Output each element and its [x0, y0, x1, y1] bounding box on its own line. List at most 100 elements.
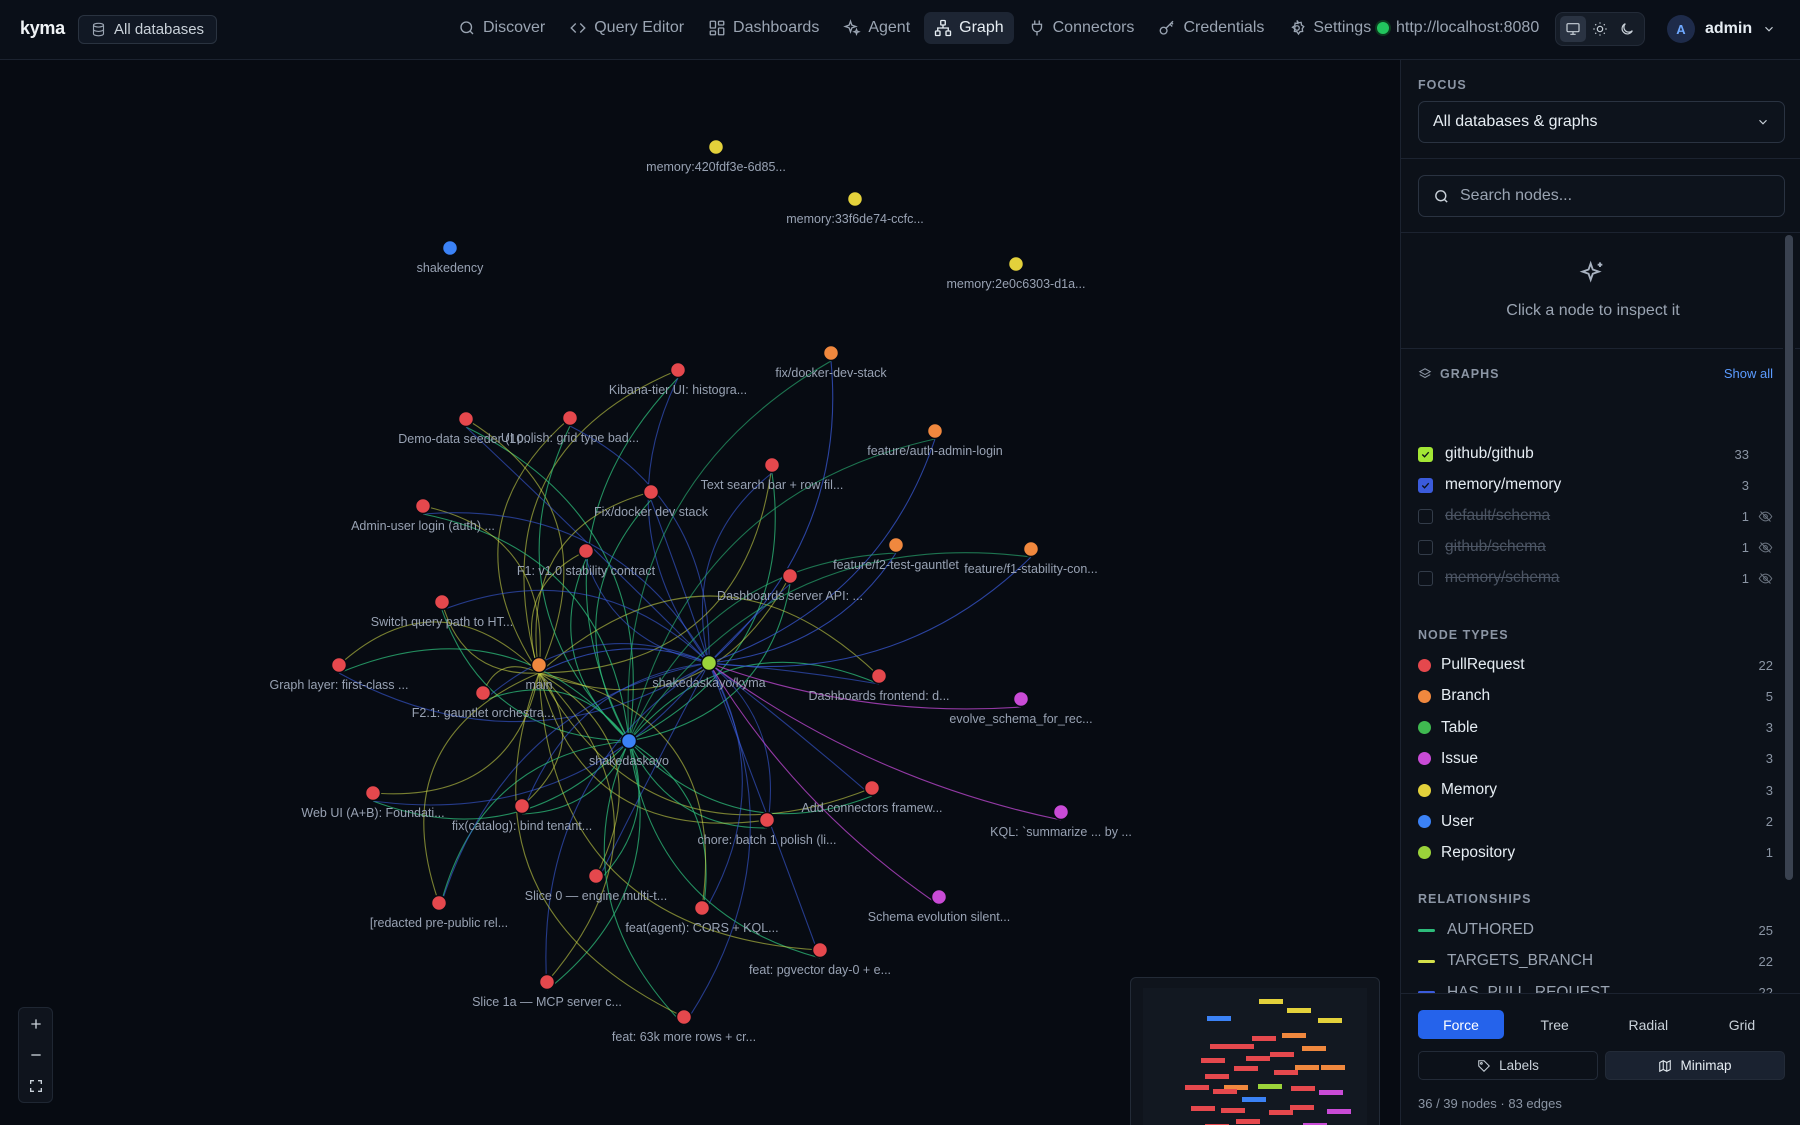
graph-node[interactable]: feat: 63k more rows + cr...: [612, 1008, 756, 1045]
minimap[interactable]: [1130, 977, 1380, 1125]
relationship-row[interactable]: TARGETS_BRANCH 22: [1418, 949, 1773, 973]
node-circle[interactable]: [930, 888, 948, 906]
layout-radial-button[interactable]: Radial: [1605, 1010, 1691, 1039]
node-circle[interactable]: [414, 497, 432, 515]
node-circle[interactable]: [863, 779, 881, 797]
graph-node[interactable]: Admin-user login (auth) ...: [351, 497, 495, 534]
node-circle[interactable]: [513, 797, 531, 815]
node-circle[interactable]: [693, 899, 711, 917]
node-circle[interactable]: [1012, 690, 1030, 708]
graph-node[interactable]: Add connectors framew...: [801, 779, 943, 816]
graph-node[interactable]: chore: batch 1 polish (li...: [698, 811, 837, 848]
graph-canvas[interactable]: memory:420fdf3e-6d85... memory:33f6de74-c…: [0, 60, 1400, 1125]
node-circle[interactable]: [700, 654, 718, 672]
node-type-row[interactable]: Repository 1: [1418, 841, 1773, 865]
node-type-row[interactable]: Branch 5: [1418, 684, 1773, 708]
graph-node[interactable]: feat(agent): CORS + KQL...: [625, 899, 779, 936]
zoom-in-button[interactable]: [18, 1009, 53, 1039]
layout-force-button[interactable]: Force: [1418, 1010, 1504, 1039]
layout-grid-button[interactable]: Grid: [1699, 1010, 1785, 1039]
show-all-link[interactable]: Show all: [1724, 366, 1773, 381]
theme-dark-button[interactable]: [1614, 16, 1640, 42]
eye-off-icon[interactable]: [1749, 540, 1773, 555]
node-circle[interactable]: [758, 811, 776, 829]
node-circle[interactable]: [364, 784, 382, 802]
checkbox-unchecked[interactable]: [1418, 508, 1433, 524]
node-circle[interactable]: [870, 667, 888, 685]
checkbox-checked[interactable]: [1418, 477, 1433, 493]
node-circle[interactable]: [441, 239, 459, 257]
user-menu[interactable]: A admin: [1667, 15, 1776, 43]
node-circle[interactable]: [675, 1008, 693, 1026]
node-circle[interactable]: [577, 542, 595, 560]
node-circle[interactable]: [781, 567, 799, 585]
node-circle[interactable]: [530, 656, 548, 674]
node-type-row[interactable]: Table 3: [1418, 716, 1773, 740]
theme-system-button[interactable]: [1560, 16, 1587, 42]
checkbox-unchecked[interactable]: [1418, 570, 1433, 586]
server-status[interactable]: http://localhost:8080: [1377, 19, 1539, 37]
graph-node[interactable]: Slice 1a — MCP server c...: [472, 973, 622, 1010]
graph-node[interactable]: Switch query path to HT...: [371, 593, 513, 630]
node-circle[interactable]: [561, 409, 579, 427]
node-circle[interactable]: [330, 656, 348, 674]
panel-scrollbar[interactable]: [1783, 233, 1795, 993]
eye-off-icon[interactable]: [1749, 509, 1773, 524]
focus-select[interactable]: All databases & graphs: [1418, 101, 1785, 143]
graph-node[interactable]: Web UI (A+B): Foundati...: [301, 784, 445, 821]
checkbox-checked[interactable]: [1418, 446, 1433, 462]
node-circle[interactable]: [430, 894, 448, 912]
graph-node[interactable]: Slice 0 — engine multi-t...: [525, 867, 667, 904]
graph-node[interactable]: Dashboards frontend: d...: [808, 667, 950, 704]
node-type-row[interactable]: PullRequest 22: [1418, 653, 1773, 677]
graph-node[interactable]: memory:2e0c6303-d1a...: [947, 255, 1086, 292]
node-type-row[interactable]: User 2: [1418, 810, 1773, 834]
graph-node[interactable]: feat: pgvector day-0 + e...: [749, 941, 891, 978]
node-circle[interactable]: [846, 190, 864, 208]
graph-filter-row[interactable]: default/schema 1: [1418, 504, 1773, 528]
node-circle[interactable]: [474, 684, 492, 702]
graph-node[interactable]: feature/f2-test-gauntlet: [833, 536, 959, 573]
layout-tree-button[interactable]: Tree: [1512, 1010, 1598, 1039]
node-circle[interactable]: [822, 344, 840, 362]
fit-view-button[interactable]: [18, 1071, 53, 1101]
checkbox-unchecked[interactable]: [1418, 539, 1433, 555]
graph-node[interactable]: UI polish: grid type bad...: [501, 409, 639, 446]
node-circle[interactable]: [926, 422, 944, 440]
graph-filter-row[interactable]: memory/memory 3: [1418, 473, 1773, 497]
theme-light-button[interactable]: [1587, 16, 1613, 42]
node-circle[interactable]: [620, 732, 638, 750]
graph-svg[interactable]: memory:420fdf3e-6d85... memory:33f6de74-c…: [0, 0, 1400, 1125]
node-circle[interactable]: [538, 973, 556, 991]
graph-node[interactable]: Graph layer: first-class ...: [270, 656, 409, 693]
node-circle[interactable]: [1022, 540, 1040, 558]
node-circle[interactable]: [707, 138, 725, 156]
graph-node[interactable]: feature/f1-stability-con...: [964, 540, 1098, 577]
graph-filter-row[interactable]: github/github 33: [1418, 442, 1773, 466]
graph-node[interactable]: [redacted pre-public rel...: [370, 894, 508, 931]
node-circle[interactable]: [811, 941, 829, 959]
graph-node[interactable]: feature/auth-admin-login: [867, 422, 1003, 459]
graph-node[interactable]: Kibana-tier UI: histogra...: [609, 361, 747, 398]
graph-node[interactable]: Schema evolution silent...: [868, 888, 1010, 925]
relationship-row[interactable]: AUTHORED 25: [1418, 918, 1773, 942]
node-type-row[interactable]: Issue 3: [1418, 747, 1773, 771]
search-input[interactable]: [1460, 187, 1760, 205]
node-search[interactable]: [1418, 175, 1785, 217]
node-circle[interactable]: [1052, 803, 1070, 821]
graph-filter-row[interactable]: github/schema 1: [1418, 535, 1773, 559]
graph-node[interactable]: KQL: `summarize ... by ...: [990, 803, 1132, 840]
node-type-row[interactable]: Memory 3: [1418, 778, 1773, 802]
node-circle[interactable]: [887, 536, 905, 554]
graph-node[interactable]: memory:33f6de74-ccfc...: [786, 190, 924, 227]
node-circle[interactable]: [763, 456, 781, 474]
graph-node[interactable]: memory:420fdf3e-6d85...: [646, 138, 786, 175]
node-circle[interactable]: [1007, 255, 1025, 273]
scrollbar-thumb[interactable]: [1785, 235, 1793, 880]
minimap-toggle[interactable]: Minimap: [1605, 1051, 1785, 1080]
zoom-out-button[interactable]: [18, 1040, 53, 1070]
graph-filter-row[interactable]: memory/schema 1: [1418, 566, 1773, 590]
node-circle[interactable]: [457, 410, 475, 428]
graph-node[interactable]: shakedency: [417, 239, 484, 276]
node-circle[interactable]: [669, 361, 687, 379]
